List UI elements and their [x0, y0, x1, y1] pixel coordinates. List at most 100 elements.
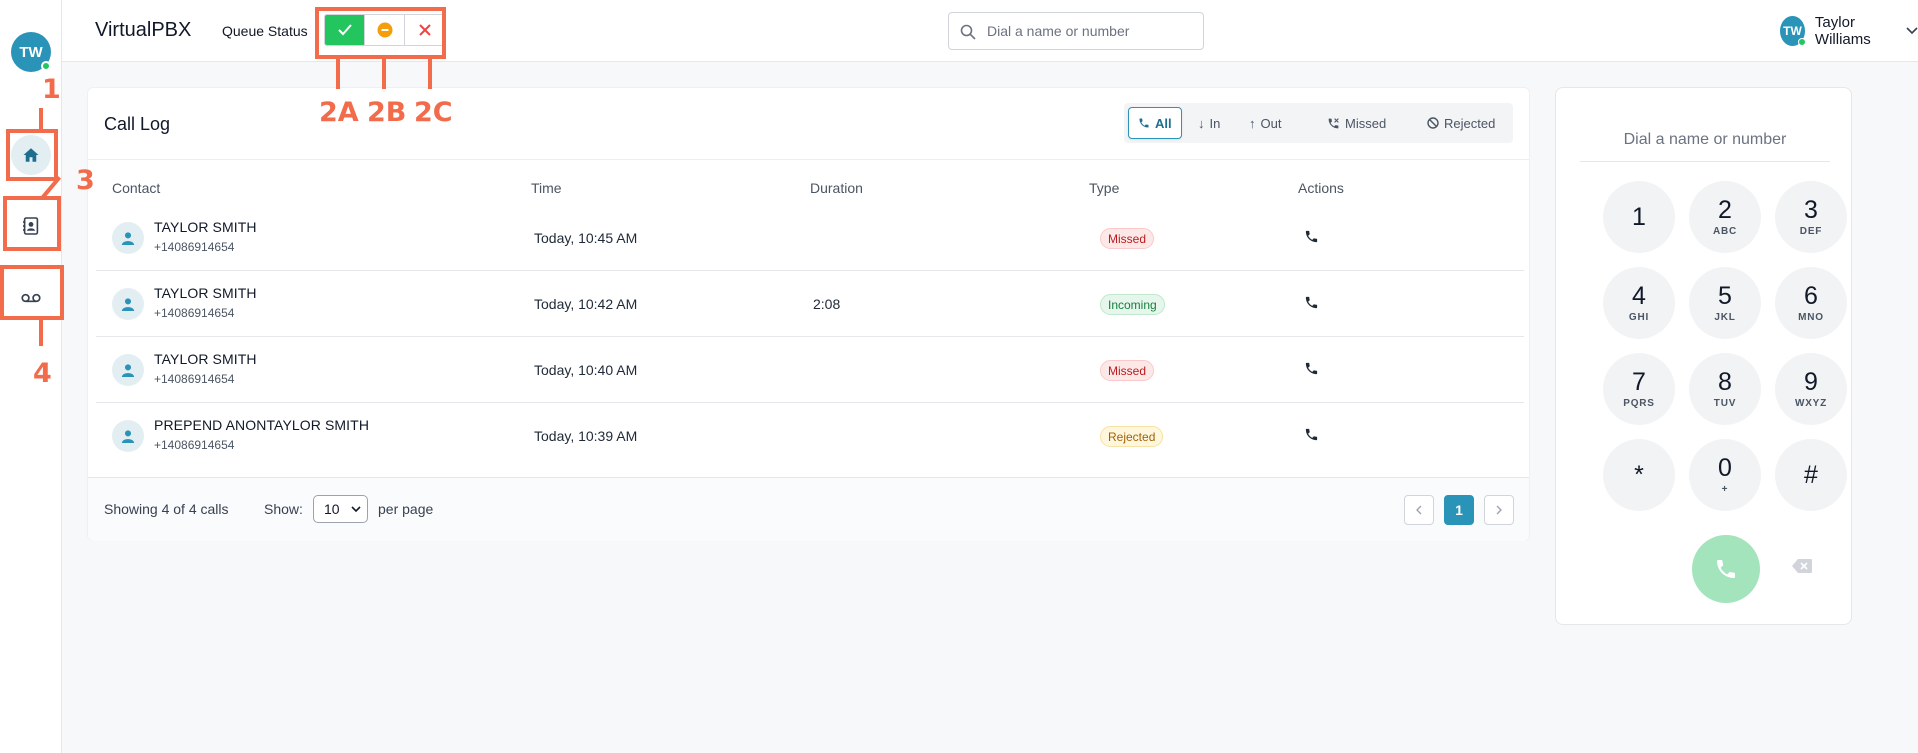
user-menu[interactable]: TW Taylor Williams — [1780, 14, 1918, 48]
filter-in[interactable]: ↓ In — [1198, 107, 1220, 139]
online-status-dot — [41, 61, 51, 71]
call-time: Today, 10:40 AM — [534, 362, 638, 378]
col-header-duration: Duration — [810, 180, 863, 196]
page-1-button[interactable]: 1 — [1444, 495, 1474, 525]
annotation-box-3 — [3, 196, 61, 251]
backspace-button[interactable] — [1792, 559, 1812, 578]
dial-key-5[interactable]: 5 JKL — [1689, 267, 1761, 339]
phone-icon — [1305, 428, 1318, 441]
annotation-label-1: 1 — [42, 74, 61, 105]
call-back-button[interactable] — [1304, 361, 1319, 381]
person-icon — [112, 354, 144, 386]
call-type-badge: Missed — [1100, 360, 1155, 381]
annotation-line-1 — [39, 108, 43, 130]
person-icon — [112, 420, 144, 452]
table-row[interactable]: PREPEND ANONTAYLOR SMITH +14086914654 To… — [96, 403, 1524, 469]
key-digit: 2 — [1718, 195, 1732, 224]
annotation-box-4 — [0, 265, 64, 320]
user-initials: TW — [1783, 24, 1802, 38]
key-letters: DEF — [1799, 225, 1823, 237]
dial-key-6[interactable]: 6 MNO — [1775, 267, 1847, 339]
col-header-actions: Actions — [1298, 180, 1344, 196]
dialer-panel: 1 2ABC 3DEF 4GHI 5JKL 6MNO 7PQRS 8TUV 9W… — [1555, 87, 1852, 625]
filter-out-label: Out — [1260, 115, 1282, 131]
sidebar-avatar[interactable]: TW — [11, 32, 51, 72]
key-digit: 5 — [1718, 281, 1732, 310]
phone-icon — [1305, 230, 1318, 243]
contact-name: TAYLOR SMITH — [154, 285, 257, 301]
annotation-label-2a: 2A — [319, 97, 359, 128]
dial-key-8[interactable]: 8 TUV — [1689, 353, 1761, 425]
key-letters: MNO — [1798, 311, 1824, 323]
key-digit: 7 — [1632, 367, 1646, 396]
key-letters: WXYZ — [1794, 397, 1828, 409]
annotation-label-2c: 2C — [414, 97, 453, 128]
phone-icon — [1717, 560, 1735, 578]
filter-all[interactable]: All — [1128, 107, 1182, 139]
chevron-down-icon — [351, 506, 361, 513]
dial-call-button[interactable] — [1692, 535, 1760, 603]
key-digit: 9 — [1804, 367, 1818, 396]
filter-missed[interactable]: Missed — [1327, 107, 1386, 139]
call-duration: 2:08 — [813, 296, 841, 312]
sidebar: TW — [0, 0, 62, 753]
chevron-left-icon — [1416, 505, 1422, 515]
contact-name: PREPEND ANONTAYLOR SMITH — [154, 417, 370, 433]
card-divider — [88, 159, 1529, 160]
table-row[interactable]: TAYLOR SMITH +14086914654 Today, 10:45 A… — [96, 205, 1524, 271]
key-digit: 0 — [1718, 453, 1732, 482]
call-time: Today, 10:42 AM — [534, 296, 638, 312]
contact-name: TAYLOR SMITH — [154, 351, 257, 367]
filter-out[interactable]: ↑ Out — [1249, 107, 1281, 139]
dial-input[interactable] — [1580, 118, 1830, 162]
contact-name: TAYLOR SMITH — [154, 219, 257, 235]
key-letters: GHI — [1628, 311, 1650, 323]
phone-icon — [1139, 118, 1149, 128]
dial-key-2[interactable]: 2 ABC — [1689, 181, 1761, 253]
dial-key-7[interactable]: 7 PQRS — [1603, 353, 1675, 425]
filter-rejected[interactable]: Rejected — [1427, 107, 1495, 139]
chevron-right-icon — [1496, 505, 1502, 515]
annotation-label-3: 3 — [76, 165, 95, 196]
call-back-button[interactable] — [1304, 427, 1319, 447]
dial-key-9[interactable]: 9 WXYZ — [1775, 353, 1847, 425]
call-time: Today, 10:39 AM — [534, 428, 638, 444]
call-log-footer: Showing 4 of 4 calls Show: 10 per page 1 — [88, 477, 1529, 541]
filter-missed-label: Missed — [1345, 115, 1387, 131]
prev-page-button[interactable] — [1404, 495, 1434, 525]
arrow-down-icon: ↓ — [1198, 115, 1205, 131]
col-header-type: Type — [1089, 180, 1120, 196]
call-back-button[interactable] — [1304, 295, 1319, 315]
dial-key-0[interactable]: 0 + — [1689, 439, 1761, 511]
dial-key-star[interactable]: * — [1603, 439, 1675, 511]
app-brand: VirtualPBX — [95, 19, 192, 41]
phone-icon — [1305, 362, 1318, 375]
dial-key-1[interactable]: 1 — [1603, 181, 1675, 253]
filter-all-label: All — [1155, 115, 1172, 131]
annotation-box-2 — [315, 7, 446, 59]
next-page-button[interactable] — [1484, 495, 1514, 525]
key-digit: 1 — [1632, 202, 1646, 231]
annotation-label-4: 4 — [33, 358, 52, 389]
call-log-card: Call Log All ↓ In ↑ Out Missed Rejected … — [87, 87, 1530, 541]
person-icon — [112, 288, 144, 320]
call-back-button[interactable] — [1304, 229, 1319, 249]
dial-key-4[interactable]: 4 GHI — [1603, 267, 1675, 339]
contact-number: +14086914654 — [154, 372, 235, 386]
table-row[interactable]: TAYLOR SMITH +14086914654 Today, 10:42 A… — [96, 271, 1524, 337]
table-row[interactable]: TAYLOR SMITH +14086914654 Today, 10:40 A… — [96, 337, 1524, 403]
key-digit: 3 — [1804, 195, 1818, 224]
dial-key-3[interactable]: 3 DEF — [1775, 181, 1847, 253]
call-type-badge: Rejected — [1100, 426, 1164, 447]
show-label: Show: — [264, 501, 303, 517]
missed-call-icon — [1328, 117, 1339, 128]
block-icon — [1427, 117, 1439, 129]
annotation-line-2b — [382, 57, 386, 89]
key-letters: PQRS — [1623, 397, 1655, 409]
per-page-select[interactable]: 10 — [313, 495, 368, 523]
key-digit: 8 — [1718, 367, 1732, 396]
search-input[interactable] — [987, 21, 1197, 41]
dial-key-hash[interactable]: # — [1775, 439, 1847, 511]
per-page-value: 10 — [324, 501, 340, 517]
key-digit: * — [1634, 460, 1644, 489]
